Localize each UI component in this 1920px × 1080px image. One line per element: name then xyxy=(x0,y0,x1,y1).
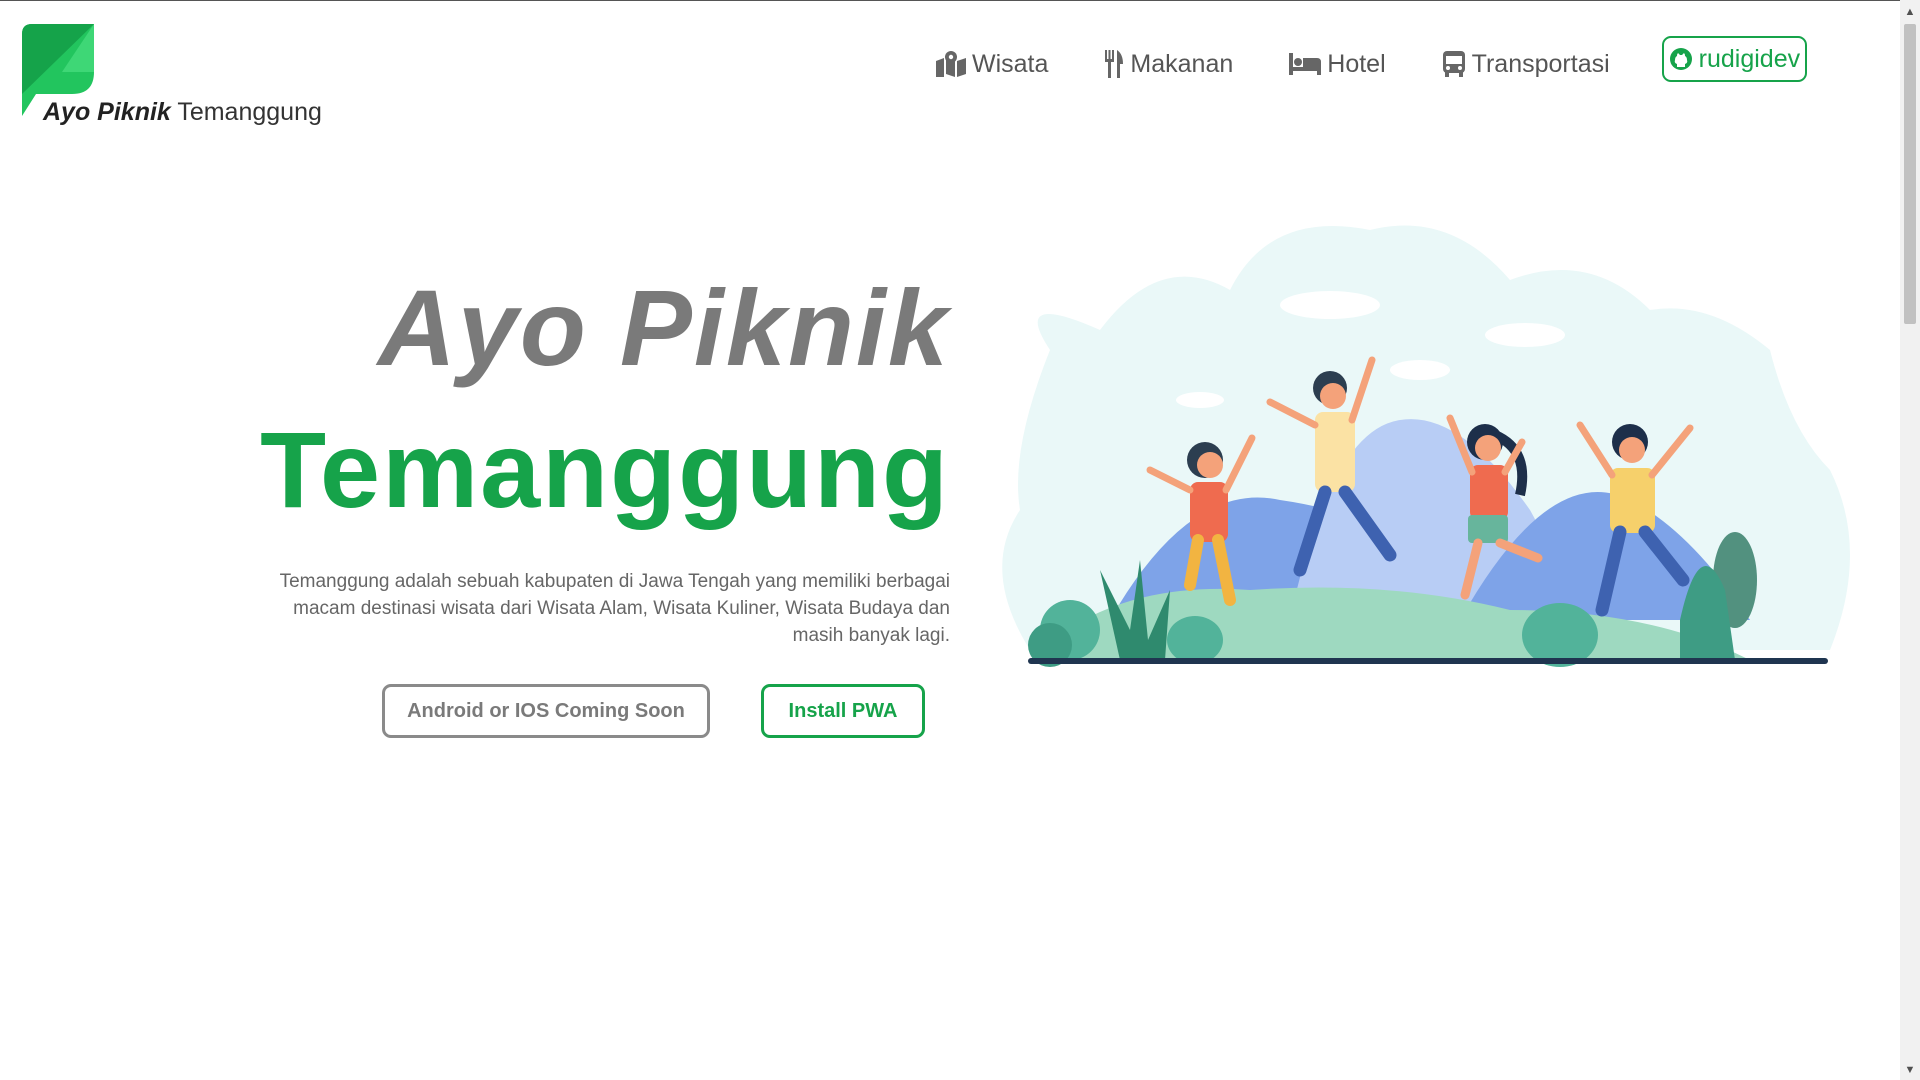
nav-item-makanan[interactable]: Makanan xyxy=(1104,50,1233,79)
nav-item-hotel[interactable]: Hotel xyxy=(1289,49,1386,79)
install-pwa-button[interactable]: Install PWA xyxy=(761,684,925,738)
logo-brand: Ayo Piknik xyxy=(43,98,171,126)
coming-soon-button[interactable]: Android or IOS Coming Soon xyxy=(382,684,710,738)
nav-label-hotel: Hotel xyxy=(1327,49,1386,78)
nav-label-transportasi: Transportasi xyxy=(1471,49,1610,78)
bed-icon xyxy=(1289,53,1322,75)
hero-title-line1: Ayo Piknik xyxy=(377,267,950,388)
hero-illustration xyxy=(1002,225,1850,667)
hero-description: Temanggung adalah sebuah kabupaten di Ja… xyxy=(279,571,950,646)
scrollbar-thumb[interactable] xyxy=(1904,24,1916,324)
window-top-border xyxy=(0,0,1920,1)
github-label: rudigidev xyxy=(1698,44,1801,73)
nav-item-wisata[interactable]: Wisata xyxy=(936,50,1048,79)
github-icon xyxy=(1669,48,1692,70)
logo-city: Temanggung xyxy=(177,98,322,126)
map-marked-icon xyxy=(936,51,966,77)
scroll-down-arrow-icon[interactable]: ▼ xyxy=(1900,1060,1920,1080)
scroll-up-arrow-icon[interactable]: ▲ xyxy=(1900,2,1920,22)
github-link[interactable]: rudigidev xyxy=(1661,36,1808,82)
site-logo[interactable]: Ayo Piknik Temanggung xyxy=(22,24,342,134)
utensils-icon xyxy=(1105,50,1124,78)
nav-label-wisata: Wisata xyxy=(972,49,1049,78)
logo-text: Ayo Piknik Temanggung xyxy=(43,98,322,127)
hero-title-line2: Temanggung xyxy=(260,409,950,530)
page-scrollbar[interactable]: ▲ ▼ xyxy=(1900,0,1920,1080)
nav-label-makanan: Makanan xyxy=(1130,49,1234,78)
nav-item-transportasi[interactable]: Transportasi xyxy=(1442,50,1610,79)
main-nav: Wisata Makanan Hotel Transportasi rudigi… xyxy=(936,36,1808,82)
bus-icon xyxy=(1442,51,1465,77)
